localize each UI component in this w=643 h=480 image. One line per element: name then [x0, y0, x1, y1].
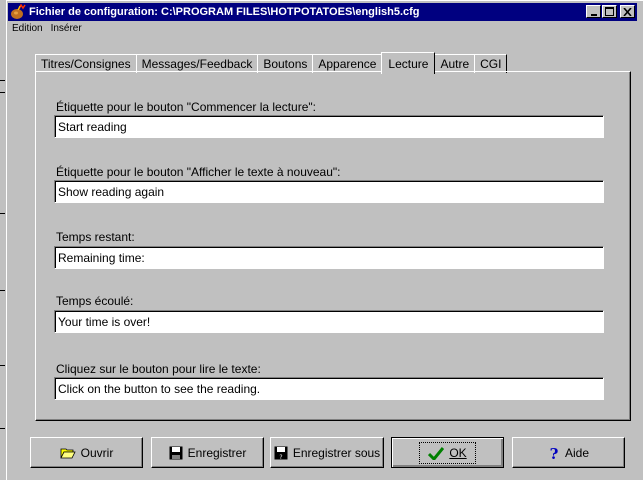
- field-label-show-again: Étiquette pour le bouton "Afficher le te…: [56, 165, 341, 179]
- open-button[interactable]: Ouvrir: [30, 437, 143, 468]
- svg-text:?: ?: [279, 454, 282, 460]
- field-label-click-button: Cliquez sur le bouton pour lire le texte…: [56, 362, 261, 376]
- hotpotatoes-app-icon: [11, 4, 26, 19]
- help-icon: ?: [548, 446, 560, 460]
- tab-lecture[interactable]: Lecture: [381, 52, 436, 74]
- lecture-panel: Étiquette pour le bouton "Commencer la l…: [35, 71, 631, 421]
- save-as-icon: ?: [274, 446, 288, 460]
- ok-button[interactable]: OK: [391, 437, 504, 468]
- help-button-label: Aide: [564, 445, 590, 460]
- save-as-button[interactable]: ? Enregistrer sous: [270, 437, 384, 468]
- maximize-icon[interactable]: [602, 5, 617, 18]
- field-label-remaining-time: Temps restant:: [56, 230, 135, 244]
- button-bar: Ouvrir Enregistrer ? Enregistrer sous OK: [7, 437, 643, 471]
- field-label-start-reading: Étiquette pour le bouton "Commencer la l…: [56, 100, 316, 114]
- floppy-disk-icon: [169, 446, 183, 460]
- start-reading-input[interactable]: [54, 115, 604, 138]
- menu-edition[interactable]: Edition: [8, 23, 47, 34]
- checkmark-icon: [428, 446, 445, 460]
- remaining-time-input[interactable]: [54, 246, 604, 269]
- time-over-input[interactable]: [54, 310, 604, 333]
- background-mark: [0, 428, 5, 429]
- window-title: Fichier de configuration: C:\PROGRAM FIL…: [29, 6, 420, 18]
- click-button-input[interactable]: [54, 377, 604, 400]
- minimize-icon[interactable]: [586, 5, 601, 18]
- save-as-button-label: Enregistrer sous: [292, 445, 381, 460]
- help-button[interactable]: ? Aide: [512, 437, 625, 468]
- menu-inserer[interactable]: Insérer: [47, 23, 86, 34]
- tab-strip: Titres/Consignes Messages/Feedback Bouto…: [35, 51, 508, 74]
- background-mark: [0, 92, 5, 93]
- config-window: Fichier de configuration: C:\PROGRAM FIL…: [6, 0, 643, 480]
- open-button-label: Ouvrir: [80, 445, 114, 460]
- save-button[interactable]: Enregistrer: [151, 437, 264, 468]
- background-mark: [0, 213, 5, 214]
- svg-text:?: ?: [550, 446, 559, 460]
- title-bar[interactable]: Fichier de configuration: C:\PROGRAM FIL…: [8, 3, 637, 21]
- background-mark: [0, 290, 5, 291]
- background-mark: [0, 80, 5, 81]
- ok-button-label: OK: [449, 445, 467, 460]
- save-button-label: Enregistrer: [187, 445, 247, 460]
- background-mark: [0, 365, 5, 366]
- field-label-time-over: Temps écoulé:: [56, 294, 134, 308]
- show-reading-again-input[interactable]: [54, 180, 604, 203]
- folder-open-icon: [60, 447, 76, 459]
- close-icon[interactable]: [620, 5, 635, 18]
- menu-bar: Edition Insérer: [8, 21, 86, 35]
